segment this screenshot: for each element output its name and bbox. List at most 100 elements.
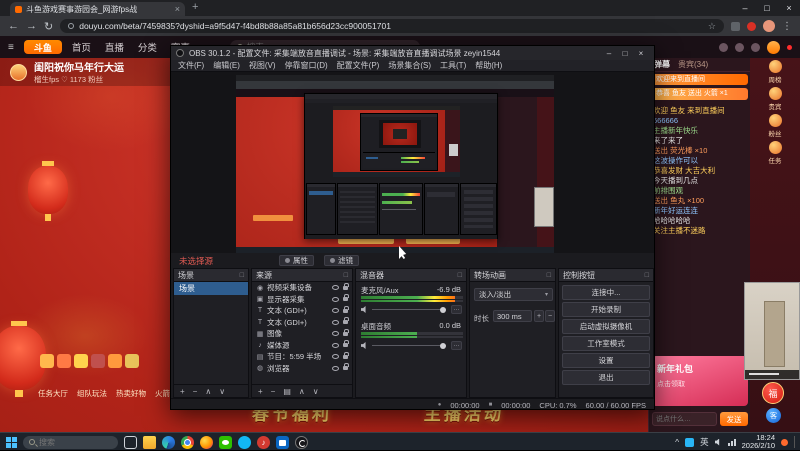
obs-menu-item[interactable]: 编辑(E) (213, 60, 240, 71)
chat-input[interactable] (652, 412, 717, 426)
emote-icon[interactable] (74, 354, 88, 368)
nav-item[interactable]: 分类 (138, 40, 157, 54)
extension-red-icon[interactable] (747, 21, 756, 31)
profile-avatar[interactable] (763, 20, 775, 32)
back-button[interactable]: ← (8, 20, 19, 32)
source-row[interactable]: ▤ 节目：5:59 半场 (252, 351, 352, 363)
obs-preview-video[interactable] (236, 75, 554, 253)
qq-icon[interactable] (238, 435, 251, 449)
window-maximize-button[interactable]: □ (756, 0, 778, 16)
sidebar-item[interactable]: 贵宾 (750, 85, 800, 112)
obs-menu-item[interactable]: 帮助(H) (475, 60, 502, 71)
sidebar-item[interactable]: 周榜 (750, 58, 800, 85)
taskbar-search[interactable] (23, 435, 118, 449)
window-close-button[interactable]: × (778, 0, 800, 16)
source-row[interactable]: T 文本 (GDI+) (252, 305, 352, 317)
hamburger-menu-icon[interactable]: ≡ (8, 42, 14, 53)
obs-app-icon[interactable] (295, 435, 308, 449)
obs-close-button[interactable]: × (633, 49, 649, 58)
webcam-overlay[interactable] (744, 282, 800, 380)
emote-icon[interactable] (57, 354, 71, 368)
obs-menu-item[interactable]: 视图(V) (249, 60, 276, 71)
sources-toolbar-icon[interactable]: + (258, 387, 263, 396)
sources-dock-header[interactable]: 来源 □ (252, 269, 352, 282)
obs-minimize-button[interactable]: – (601, 49, 617, 58)
taskbar-search-input[interactable] (39, 437, 99, 447)
context-properties-button[interactable]: 属性 (279, 255, 315, 266)
tab-danmaku[interactable]: 弹幕 (654, 59, 670, 70)
speaker-icon[interactable] (361, 306, 366, 313)
bottom-link[interactable]: 热卖好物 (116, 388, 146, 399)
browser-tab[interactable]: 斗鱼游戏赛事游园会_网游fps战 × (10, 2, 185, 16)
show-desktop-strip[interactable] (794, 436, 795, 448)
lock-icon[interactable] (343, 340, 349, 348)
nav-item[interactable]: 首页 (72, 40, 91, 54)
lock-icon[interactable] (343, 282, 349, 290)
volume-slider[interactable] (372, 306, 446, 313)
site-info-icon[interactable] (68, 23, 75, 29)
channel-menu-button[interactable]: ··· (451, 305, 462, 314)
source-row[interactable]: ▣ 显示器采集 (252, 294, 352, 306)
controls-dock-header[interactable]: 控制按钮 □ (559, 269, 653, 282)
forward-button[interactable]: → (26, 20, 37, 32)
obs-control-button[interactable]: 设置 (562, 353, 650, 368)
sources-toolbar-icon[interactable]: − (271, 387, 276, 396)
source-row[interactable]: T 文本 (GDI+) (252, 317, 352, 329)
file-explorer-icon[interactable] (143, 435, 156, 449)
obs-control-button[interactable]: 启动虚拟摄像机 (562, 319, 650, 334)
mixer-dock-header[interactable]: 混音器 □ (356, 269, 466, 282)
input-language-indicator[interactable]: 英 (700, 436, 709, 448)
source-row[interactable]: ◉ 视频采集设备 (252, 282, 352, 294)
sources-toolbar-icon[interactable]: ∧ (299, 387, 305, 396)
bookmark-star-icon[interactable]: ☆ (708, 21, 716, 32)
dock-float-icon[interactable]: □ (240, 272, 244, 279)
visibility-eye-icon[interactable] (332, 365, 339, 371)
lock-icon[interactable] (343, 317, 349, 325)
emote-icon[interactable] (125, 354, 139, 368)
network-icon[interactable] (727, 438, 736, 446)
sidebar-item[interactable]: 任务 (750, 139, 800, 166)
extensions-icon[interactable] (731, 21, 740, 31)
send-button[interactable]: 发送 (720, 412, 748, 426)
tab-vip[interactable]: 贵宾(34) (678, 59, 708, 70)
source-row[interactable]: ▦ 图像 (252, 328, 352, 340)
emote-icon[interactable] (108, 354, 122, 368)
scenes-toolbar-icon[interactable]: + (180, 387, 185, 396)
context-filters-button[interactable]: 滤镜 (324, 255, 360, 266)
lock-icon[interactable] (343, 328, 349, 336)
douyu-logo[interactable]: 斗鱼 (23, 40, 62, 54)
visibility-eye-icon[interactable] (332, 296, 339, 302)
sources-toolbar-icon[interactable]: ▤ (283, 387, 291, 396)
lock-icon[interactable] (343, 294, 349, 302)
notification-badge[interactable] (781, 438, 788, 446)
obs-menu-item[interactable]: 文件(F) (178, 60, 204, 71)
clock[interactable]: 18:24 2026/2/10 (742, 433, 775, 451)
chrome-icon[interactable] (181, 435, 194, 449)
address-bar[interactable]: douyu.com/beta/7459835?dyshid=a9f5d47-f4… (60, 19, 724, 33)
visibility-eye-icon[interactable] (332, 331, 339, 337)
tray-chat-icon[interactable] (685, 437, 695, 447)
visibility-eye-icon[interactable] (332, 354, 339, 360)
wechat-icon[interactable] (219, 435, 232, 449)
service-button[interactable]: 客 (766, 408, 781, 423)
emote-icon[interactable] (91, 354, 105, 368)
visibility-eye-icon[interactable] (332, 319, 339, 325)
obs-menu-item[interactable]: 工具(T) (440, 60, 466, 71)
reload-button[interactable]: ↻ (44, 20, 53, 33)
scenes-dock-header[interactable]: 场景 □ (174, 269, 248, 282)
visibility-eye-icon[interactable] (332, 285, 339, 291)
obs-maximize-button[interactable]: □ (617, 49, 633, 58)
firefox-icon[interactable] (200, 435, 213, 449)
obs-menu-item[interactable]: 停靠窗口(D) (285, 60, 328, 71)
dock-float-icon[interactable]: □ (547, 272, 551, 279)
streamer-avatar[interactable] (10, 63, 27, 81)
lock-icon[interactable] (343, 351, 349, 359)
lock-icon[interactable] (343, 363, 349, 371)
nav-item[interactable]: 直播 (105, 40, 124, 54)
dock-float-icon[interactable]: □ (344, 272, 348, 279)
scenes-toolbar-icon[interactable]: ∨ (219, 387, 225, 396)
obs-menu-item[interactable]: 场景集合(S) (388, 60, 431, 71)
nav-icon-3[interactable] (751, 42, 760, 52)
channel-menu-button[interactable]: ··· (451, 341, 462, 350)
duration-increase-button[interactable]: + (534, 310, 544, 322)
